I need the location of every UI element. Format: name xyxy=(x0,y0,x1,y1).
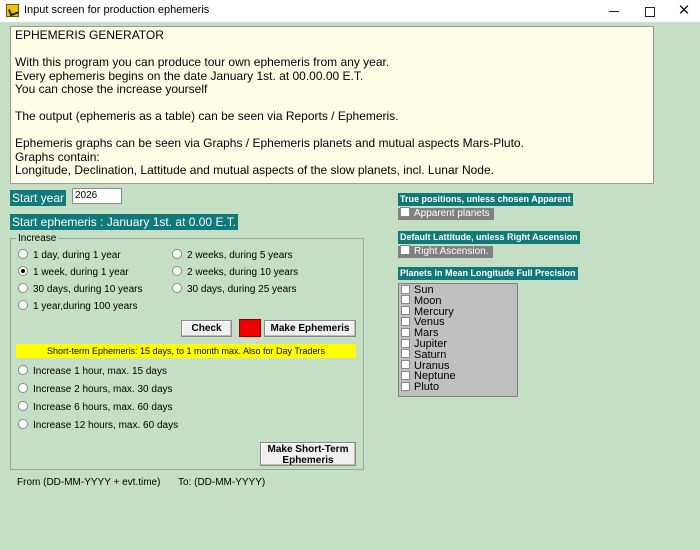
radio-icon xyxy=(172,249,182,260)
radio-2-weeks-5-years[interactable]: 2 weeks, during 5 years xyxy=(172,249,293,263)
radio-6-hours[interactable]: Increase 6 hours, max. 60 days xyxy=(18,401,173,415)
radio-12-hours[interactable]: Increase 12 hours, max. 60 days xyxy=(18,419,178,433)
info-line: Longitude, Declination, Lattitude and mu… xyxy=(15,163,494,177)
minimize-icon xyxy=(609,11,619,13)
from-label: From (DD-MM-YYYY + evt.time) xyxy=(17,477,161,488)
apparent-planets-checkbox[interactable]: Apparent planets xyxy=(398,207,494,220)
increase-legend: Increase xyxy=(16,233,59,244)
info-line: Every ephemeris begins on the date Janua… xyxy=(15,68,364,83)
radio-30-days-10-years[interactable]: 30 days, during 10 years xyxy=(18,283,143,297)
maximize-icon xyxy=(645,6,655,17)
checkbox-icon xyxy=(401,381,410,391)
info-line: You can chose the increase yourself xyxy=(15,82,208,96)
radio-icon xyxy=(18,365,28,376)
checkbox-icon xyxy=(401,349,410,359)
radio-icon xyxy=(18,300,28,311)
info-line: Ephemeris graphs can be seen via Graphs … xyxy=(15,136,524,150)
radio-1-week[interactable]: 1 week, during 1 year xyxy=(18,266,129,280)
radio-icon xyxy=(18,283,28,294)
radio-30-days-25-years[interactable]: 30 days, during 25 years xyxy=(172,283,297,297)
to-label: To: (DD-MM-YYYY) xyxy=(178,477,266,488)
close-button[interactable]: ✕ xyxy=(666,0,700,22)
radio-icon xyxy=(18,383,28,394)
radio-icon xyxy=(172,266,182,277)
radio-icon xyxy=(18,249,28,260)
checkbox-icon xyxy=(400,245,410,256)
minimize-button[interactable] xyxy=(596,0,632,22)
checkbox-icon xyxy=(400,207,410,218)
radio-1-hour[interactable]: Increase 1 hour, max. 15 days xyxy=(18,365,167,379)
start-year-input[interactable]: 2026 xyxy=(72,188,122,204)
info-panel: EPHEMERIS GENERATOR With this program yo… xyxy=(10,26,654,184)
radio-2-hours[interactable]: Increase 2 hours, max. 30 days xyxy=(18,383,173,397)
checkbox-icon xyxy=(401,338,410,348)
make-ephemeris-button[interactable]: Make Ephemeris xyxy=(264,320,356,337)
planet-checkbox-pluto[interactable]: Pluto xyxy=(399,382,517,393)
checkbox-icon xyxy=(401,306,410,316)
checkbox-icon xyxy=(401,360,410,370)
info-heading: EPHEMERIS GENERATOR xyxy=(15,28,164,42)
checkbox-icon xyxy=(401,327,410,337)
true-positions-label: True positions, unless chosen Apparent xyxy=(398,193,573,206)
short-term-banner: Short-term Ephemeris: 15 days, to 1 mont… xyxy=(16,344,356,358)
checkbox-icon xyxy=(401,370,410,380)
app-icon xyxy=(6,4,19,17)
start-year-label: Start year xyxy=(10,190,67,206)
radio-selected-icon xyxy=(18,266,28,277)
right-ascension-checkbox[interactable]: Right Ascension. xyxy=(398,245,493,258)
radio-icon xyxy=(18,419,28,430)
radio-icon xyxy=(18,401,28,412)
default-latitude-label: Default Lattitude, unless Right Ascensio… xyxy=(398,231,580,244)
radio-1-day[interactable]: 1 day, during 1 year xyxy=(18,249,121,263)
status-indicator xyxy=(239,319,261,337)
info-line: The output (ephemeris as a table) can be… xyxy=(15,109,399,123)
checkbox-icon xyxy=(401,284,410,294)
window-title: Input screen for production ephemeris xyxy=(24,4,210,16)
make-short-term-button[interactable]: Make Short-Term Ephemeris xyxy=(260,442,356,466)
planets-list: Sun Moon Mercury Venus Mars Jupiter Satu… xyxy=(398,283,518,397)
start-ephemeris-label: Start ephemeris : January 1st. at 0.00 E… xyxy=(10,214,239,230)
radio-1-year[interactable]: 1 year,during 100 years xyxy=(18,300,138,314)
maximize-button[interactable] xyxy=(632,0,668,22)
checkbox-icon xyxy=(401,295,410,305)
title-bar: Input screen for production ephemeris ✕ xyxy=(0,0,700,23)
checkbox-icon xyxy=(401,316,410,326)
close-icon: ✕ xyxy=(677,2,691,19)
radio-2-weeks-10-years[interactable]: 2 weeks, during 10 years xyxy=(172,266,298,280)
info-line: Graphs contain: xyxy=(15,149,100,164)
check-button[interactable]: Check xyxy=(181,320,232,337)
radio-icon xyxy=(172,283,182,294)
planets-label: Planets in Mean Longitude Full Precision xyxy=(398,267,578,280)
info-line: With this program you can produce tour o… xyxy=(15,55,390,69)
